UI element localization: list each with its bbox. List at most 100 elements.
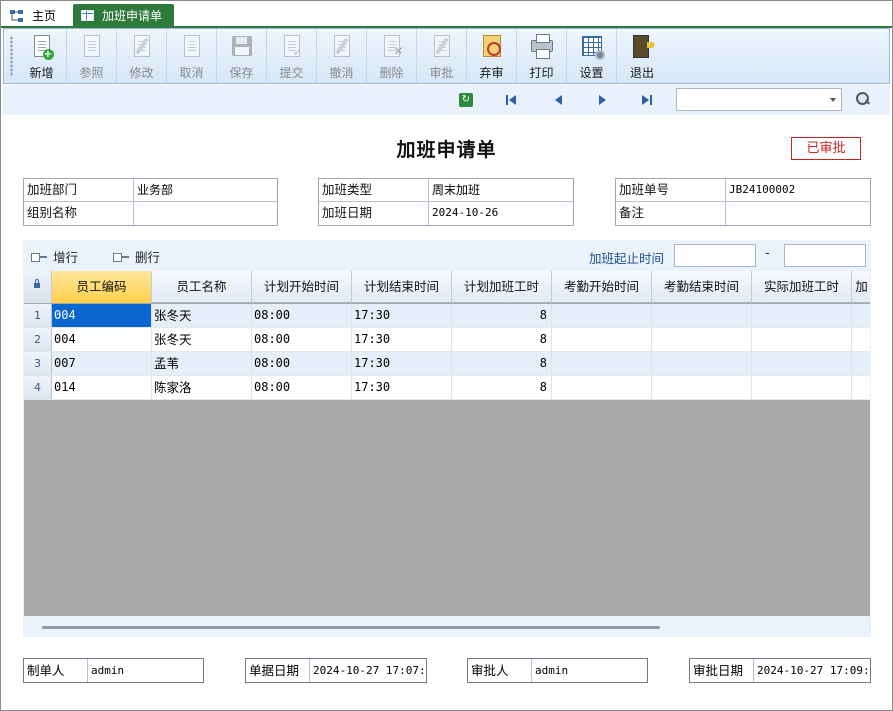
column-header[interactable]: 员工名称	[152, 271, 252, 303]
cell-attendance-start[interactable]	[552, 352, 652, 375]
cell-attendance-start[interactable]	[552, 376, 652, 399]
cell-plan-end[interactable]: 17:30	[352, 376, 452, 399]
cell-plan-start[interactable]: 08:00	[252, 376, 352, 399]
cell-attendance-start[interactable]	[552, 304, 652, 327]
cell-employee-name[interactable]: 陈家洛	[152, 376, 252, 399]
save-button[interactable]: 保存	[217, 29, 267, 83]
cell-employee-name[interactable]: 张冬天	[152, 304, 252, 327]
column-header[interactable]: 计划开始时间	[252, 271, 352, 303]
cell-employee-code[interactable]: 014	[52, 376, 152, 399]
overtime-range-label: 加班起止时间	[589, 251, 665, 266]
next-record-icon[interactable]	[595, 93, 609, 107]
settings-button[interactable]: 设置	[567, 29, 617, 83]
department-field[interactable]: 业务部	[134, 179, 277, 201]
table-row[interactable]: 3 007 孟苇 08:00 17:30 8	[24, 352, 870, 376]
scrollbar-thumb[interactable]	[42, 626, 660, 629]
cell-overflow[interactable]	[852, 352, 870, 375]
cell-plan-start[interactable]: 08:00	[252, 304, 352, 327]
cell-actual-hours[interactable]	[752, 304, 852, 327]
unapprove-button[interactable]: 弃审	[467, 29, 517, 83]
date-field[interactable]: 2024-10-26	[429, 202, 573, 225]
grid-corner[interactable]	[24, 271, 52, 303]
tab-overtime-application[interactable]: 加班申请单	[73, 4, 174, 27]
cell-attendance-start[interactable]	[552, 328, 652, 351]
cell-overflow[interactable]	[852, 376, 870, 399]
delete-row-button[interactable]: 删行	[113, 247, 160, 266]
group-field[interactable]	[134, 202, 277, 225]
cell-attendance-end[interactable]	[652, 304, 752, 327]
cell-overflow[interactable]	[852, 304, 870, 327]
number-field[interactable]: JB24100002	[726, 179, 870, 201]
search-icon[interactable]	[855, 91, 871, 107]
new-button[interactable]: + 新增	[17, 29, 67, 83]
cell-actual-hours[interactable]	[752, 328, 852, 351]
cell-plan-end[interactable]: 17:30	[352, 304, 452, 327]
settings-icon	[580, 34, 605, 60]
table-row[interactable]: 4 014 陈家洛 08:00 17:30 8	[24, 376, 870, 400]
remark-field[interactable]	[726, 202, 870, 225]
tab-home[interactable]: 主页	[9, 4, 69, 27]
delete-button[interactable]: ✕ 删除	[367, 29, 417, 83]
reference-button[interactable]: 参照	[67, 29, 117, 83]
cell-employee-code[interactable]: 004	[52, 304, 152, 327]
submit-button[interactable]: ✓ 提交	[267, 29, 317, 83]
type-field[interactable]: 周末加班	[429, 179, 573, 201]
cell-plan-hours[interactable]: 8	[452, 352, 552, 375]
cancel-button[interactable]: 取消	[167, 29, 217, 83]
main-toolbar: + 新增 参照 修改 取消 保存 ✓ 提交 撤消 ✕ 删除 审批 弃审 打印 设…	[3, 28, 890, 84]
cell-actual-hours[interactable]	[752, 376, 852, 399]
cell-overflow[interactable]	[852, 328, 870, 351]
last-record-icon[interactable]	[640, 93, 654, 107]
exit-button[interactable]: 退出	[617, 29, 667, 83]
cell-employee-name[interactable]: 孟苇	[152, 352, 252, 375]
cell-employee-name[interactable]: 张冬天	[152, 328, 252, 351]
edit-icon	[130, 34, 154, 60]
column-header[interactable]: 计划加班工时	[452, 271, 552, 303]
cell-plan-start[interactable]: 08:00	[252, 328, 352, 351]
table-row[interactable]: 1 004 张冬天 08:00 17:30 8	[24, 304, 870, 328]
cell-plan-end[interactable]: 17:30	[352, 328, 452, 351]
refresh-icon[interactable]: ↻	[459, 93, 473, 107]
print-button[interactable]: 打印	[517, 29, 567, 83]
cell-attendance-end[interactable]	[652, 376, 752, 399]
cell-plan-end[interactable]: 17:30	[352, 352, 452, 375]
previous-record-icon[interactable]	[551, 93, 565, 107]
cell-attendance-end[interactable]	[652, 328, 752, 351]
type-group: 加班类型 周末加班 加班日期 2024-10-26	[318, 178, 574, 226]
first-record-icon[interactable]	[505, 93, 519, 107]
save-icon	[230, 34, 254, 60]
range-from-input[interactable]	[674, 244, 756, 267]
column-header[interactable]: 加	[852, 271, 870, 303]
column-header[interactable]: 考勤结束时间	[652, 271, 752, 303]
approve-icon	[430, 34, 454, 60]
record-search-select[interactable]	[676, 88, 842, 111]
cell-employee-code[interactable]: 007	[52, 352, 152, 375]
cell-actual-hours[interactable]	[752, 352, 852, 375]
cell-plan-start[interactable]: 08:00	[252, 352, 352, 375]
approve-date-value: 2024-10-27 17:09:0	[757, 664, 870, 677]
doc-date-label: 单据日期	[246, 659, 310, 682]
table-row[interactable]: 2 004 张冬天 08:00 17:30 8	[24, 328, 870, 352]
add-row-icon	[31, 251, 47, 263]
column-header[interactable]: 考勤开始时间	[552, 271, 652, 303]
toolbar-grip[interactable]	[10, 36, 13, 76]
grid-horizontal-scrollbar[interactable]	[24, 619, 870, 635]
cell-plan-hours[interactable]: 8	[452, 304, 552, 327]
row-number[interactable]: 1	[24, 304, 52, 327]
revoke-button[interactable]: 撤消	[317, 29, 367, 83]
cell-attendance-end[interactable]	[652, 352, 752, 375]
range-to-input[interactable]	[784, 244, 866, 267]
cell-employee-code[interactable]: 004	[52, 328, 152, 351]
chevron-down-icon[interactable]	[825, 89, 841, 110]
row-number[interactable]: 3	[24, 352, 52, 375]
column-header[interactable]: 计划结束时间	[352, 271, 452, 303]
add-row-button[interactable]: 增行	[31, 247, 78, 266]
row-number[interactable]: 2	[24, 328, 52, 351]
column-header[interactable]: 员工编码	[52, 271, 152, 303]
column-header[interactable]: 实际加班工时	[752, 271, 852, 303]
edit-button[interactable]: 修改	[117, 29, 167, 83]
cell-plan-hours[interactable]: 8	[452, 328, 552, 351]
cell-plan-hours[interactable]: 8	[452, 376, 552, 399]
row-number[interactable]: 4	[24, 376, 52, 399]
approve-button[interactable]: 审批	[417, 29, 467, 83]
